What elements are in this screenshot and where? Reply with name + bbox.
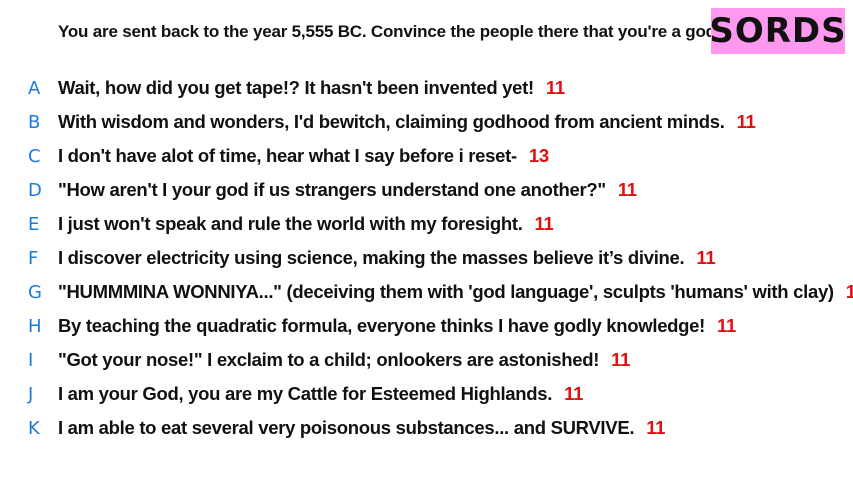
answer-text-wrap: With wisdom and wonders, I'd bewitch, cl…	[58, 111, 756, 133]
answer-score: 11	[611, 349, 631, 370]
answer-letter: E	[28, 213, 40, 235]
sords-logo: SORDS	[709, 8, 846, 54]
answer-letter: K	[28, 417, 40, 439]
answer-text: I discover electricity using science, ma…	[58, 247, 685, 268]
answer-text-wrap: "Got your nose!" I exclaim to a child; o…	[58, 349, 630, 371]
answer-letter: B	[28, 111, 41, 133]
answer-score: 11	[736, 111, 756, 132]
answer-letter: F	[28, 247, 39, 269]
answer-letter: G	[28, 281, 42, 303]
answer-score: 11	[617, 179, 637, 200]
answer-row-g[interactable]: G "HUMMMINA WONNIYA..." (deceiving them …	[0, 275, 853, 309]
answer-list: A Wait, how did you get tape!? It hasn't…	[0, 71, 853, 445]
answer-text: With wisdom and wonders, I'd bewitch, cl…	[58, 111, 725, 132]
answer-score: 11	[545, 77, 565, 98]
answer-text-wrap: I don't have alot of time, hear what I s…	[58, 145, 549, 167]
answer-score: 11	[845, 281, 853, 302]
answer-text-wrap: "How aren't I your god if us strangers u…	[58, 179, 637, 201]
answer-letter: H	[28, 315, 42, 337]
answer-text-wrap: By teaching the quadratic formula, every…	[58, 315, 736, 337]
answer-text-wrap: I am able to eat several very poisonous …	[58, 417, 665, 439]
answer-text-wrap: I discover electricity using science, ma…	[58, 247, 716, 269]
answer-text-wrap: I am your God, you are my Cattle for Est…	[58, 383, 583, 405]
answer-row-f[interactable]: F I discover electricity using science, …	[0, 241, 853, 275]
answer-row-b[interactable]: B With wisdom and wonders, I'd bewitch, …	[0, 105, 853, 139]
answer-text: I just won't speak and rule the world wi…	[58, 213, 523, 234]
answer-score: 11	[646, 417, 666, 438]
answer-text-wrap: Wait, how did you get tape!? It hasn't b…	[58, 77, 565, 99]
answer-score: 11	[564, 383, 584, 404]
answer-letter: C	[28, 145, 41, 167]
prompt-text: You are sent back to the year 5,555 BC. …	[58, 22, 721, 41]
answer-row-i[interactable]: I "Got your nose!" I exclaim to a child;…	[0, 343, 853, 377]
answer-score: 11	[534, 213, 554, 234]
answer-text: I don't have alot of time, hear what I s…	[58, 145, 517, 166]
answer-row-j[interactable]: J I am your God, you are my Cattle for E…	[0, 377, 853, 411]
answer-text: "Got your nose!" I exclaim to a child; o…	[58, 349, 600, 370]
answer-text-wrap: I just won't speak and rule the world wi…	[58, 213, 554, 235]
answer-row-a[interactable]: A Wait, how did you get tape!? It hasn't…	[0, 71, 853, 105]
answer-text: By teaching the quadratic formula, every…	[58, 315, 706, 336]
answer-row-h[interactable]: H By teaching the quadratic formula, eve…	[0, 309, 853, 343]
answer-text-wrap: "HUMMMINA WONNIYA..." (deceiving them wi…	[58, 281, 853, 303]
answer-score: 11	[717, 315, 737, 336]
answer-row-e[interactable]: E I just won't speak and rule the world …	[0, 207, 853, 241]
answer-text: Wait, how did you get tape!? It hasn't b…	[58, 77, 534, 98]
answer-letter: D	[28, 179, 42, 201]
answer-row-d[interactable]: D "How aren't I your god if us strangers…	[0, 173, 853, 207]
answer-text: I am able to eat several very poisonous …	[58, 417, 635, 438]
answer-text: "HUMMMINA WONNIYA..." (deceiving them wi…	[58, 281, 834, 302]
answer-score: 13	[528, 145, 549, 166]
answer-text: "How aren't I your god if us strangers u…	[58, 179, 606, 200]
answer-letter: I	[28, 349, 34, 371]
answer-letter: A	[28, 77, 41, 99]
answer-letter: J	[28, 383, 34, 405]
answer-row-c[interactable]: C I don't have alot of time, hear what I…	[0, 139, 853, 173]
answer-score: 11	[696, 247, 716, 268]
answer-text: I am your God, you are my Cattle for Est…	[58, 383, 553, 404]
answer-row-k[interactable]: K I am able to eat several very poisonou…	[0, 411, 853, 445]
